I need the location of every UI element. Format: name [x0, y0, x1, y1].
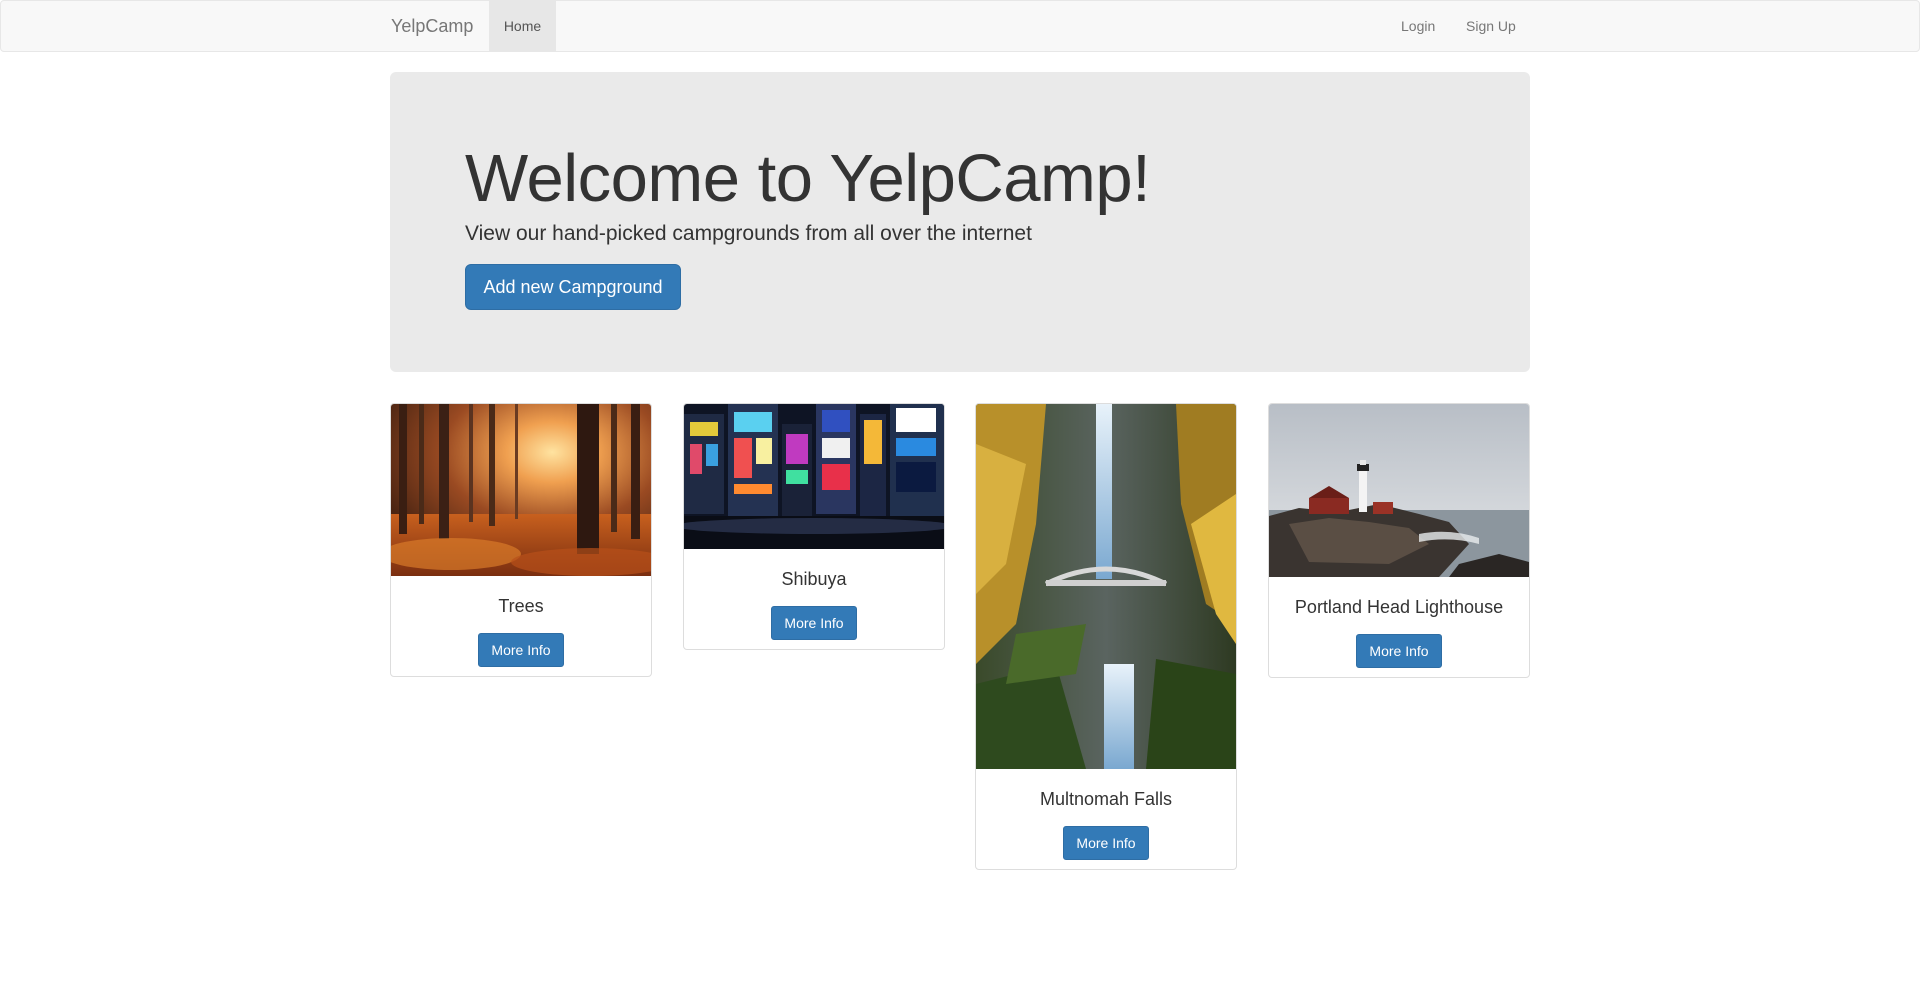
campground-name: Portland Head Lighthouse [1294, 597, 1504, 617]
page-title: Welcome to YelpCamp! [465, 141, 1151, 216]
campground-card: Shibuya More Info [683, 403, 945, 650]
campground-card: Trees More Info [390, 403, 652, 677]
campground-name: Shibuya [781, 569, 847, 589]
waterfall-photo [976, 404, 1236, 769]
nav-home-link[interactable]: Home [489, 1, 556, 51]
page-subtitle: View our hand-picked campgrounds from al… [465, 222, 1032, 245]
nav-signup-link[interactable]: Sign Up [1466, 1, 1516, 51]
campground-name: Multnomah Falls [1039, 789, 1173, 809]
forest-photo [391, 404, 651, 576]
navbar: YelpCamp Home Login Sign Up [0, 0, 1920, 52]
campground-image [684, 404, 944, 549]
campground-image [391, 404, 651, 576]
nav-login-link[interactable]: Login [1401, 1, 1435, 51]
campground-card: Portland Head Lighthouse More Info [1268, 403, 1530, 678]
campground-image [1269, 404, 1529, 577]
city-photo [684, 404, 944, 549]
more-info-button[interactable]: More Info [1063, 826, 1149, 860]
campground-image [976, 404, 1236, 769]
more-info-button[interactable]: More Info [1356, 634, 1442, 668]
campground-name: Trees [498, 596, 544, 616]
brand-link[interactable]: YelpCamp [391, 1, 473, 51]
more-info-button[interactable]: More Info [771, 606, 857, 640]
lighthouse-photo [1269, 404, 1529, 577]
card-caption: Portland Head Lighthouse More Info [1269, 577, 1529, 677]
card-caption: Trees More Info [391, 576, 651, 676]
campground-card: Multnomah Falls More Info [975, 403, 1237, 870]
jumbotron: Welcome to YelpCamp! View our hand-picke… [390, 72, 1530, 372]
card-caption: Multnomah Falls More Info [976, 769, 1236, 869]
add-campground-button[interactable]: Add new Campground [465, 264, 681, 310]
more-info-button[interactable]: More Info [478, 633, 564, 667]
card-caption: Shibuya More Info [684, 549, 944, 649]
